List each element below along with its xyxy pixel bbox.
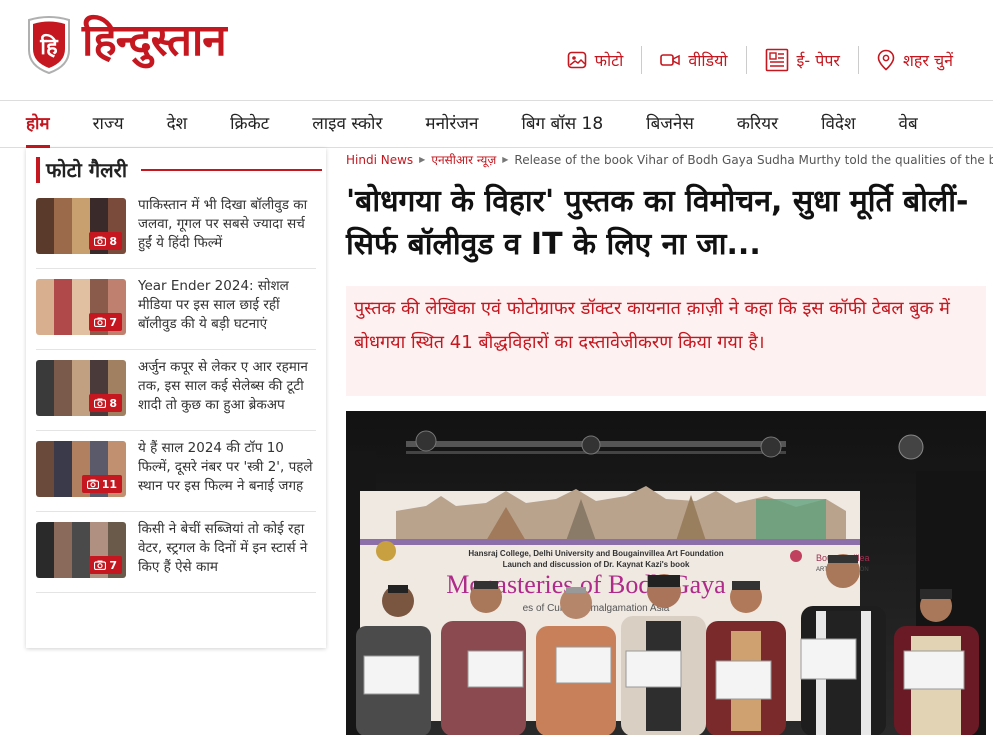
site-header: हि हिन्दुस्तान फोटो वीडियो ई- पेपर शहर च… — [0, 0, 993, 100]
breadcrumb-arrow-icon: ▶ — [419, 155, 426, 164]
nav-item[interactable]: क्रिकेट — [230, 101, 269, 147]
camera-icon — [94, 398, 107, 408]
thumbnail-segment — [54, 198, 72, 254]
location-pin-icon — [877, 49, 895, 71]
photo-link-label: फोटो — [594, 51, 624, 70]
photo-link[interactable]: फोटो — [549, 45, 642, 75]
breadcrumb: Hindi News ▶ एनसीआर न्यूज़ ▶ Release of … — [346, 151, 993, 168]
thumbnail-segment — [54, 279, 72, 335]
banner-line-1: Hansraj College, Delhi University and Bo… — [468, 549, 723, 558]
epaper-link-label: ई- पेपर — [796, 51, 840, 70]
gallery-list: 8 पाकिस्तान में भी दिखा बॉलीवुड का जलवा, … — [36, 188, 316, 593]
article-headline: 'बोधगया के विहार' पुस्तक का विमोचन, सुधा… — [346, 184, 969, 262]
thumbnail-segment — [54, 441, 72, 497]
nav-item[interactable]: मनोरंजन — [425, 101, 478, 147]
photo-count: 7 — [109, 558, 117, 572]
logo-letter: हि — [39, 33, 59, 60]
nav-item[interactable]: देश — [167, 101, 188, 147]
thumbnail-segment — [36, 522, 54, 578]
nav-item[interactable]: लाइव स्कोर — [312, 101, 382, 147]
nav-item[interactable]: होम — [26, 101, 50, 148]
camera-icon — [86, 479, 99, 489]
photo-gallery-widget: फोटो गैलरी 8 पाकिस्तान में भी दिखा बॉलीवु… — [26, 148, 326, 648]
breadcrumb-current: Release of the book Vihar of Bodh Gaya S… — [514, 152, 993, 167]
gallery-item-title[interactable]: पाकिस्तान में भी दिखा बॉलीवुड का जलवा, ग… — [138, 196, 316, 253]
city-select-link[interactable]: शहर चुनें — [859, 45, 971, 75]
camera-icon — [94, 560, 107, 570]
thumbnail-segment — [36, 198, 54, 254]
nav-item[interactable]: विदेश — [821, 101, 855, 147]
thumbnail-segment — [72, 198, 90, 254]
epaper-link[interactable]: ई- पेपर — [747, 45, 858, 75]
thumbnail-segment — [36, 279, 54, 335]
breadcrumb-home[interactable]: Hindi News — [346, 153, 413, 167]
site-logo[interactable]: हिन्दुस्तान — [82, 8, 227, 68]
gallery-title[interactable]: फोटो गैलरी — [46, 156, 127, 183]
breadcrumb-section[interactable]: एनसीआर न्यूज़ — [431, 151, 496, 168]
thumbnail-segment — [72, 522, 90, 578]
gallery-thumbnail[interactable]: 8 — [36, 360, 126, 416]
photo-count: 8 — [109, 396, 117, 410]
accent-line — [141, 168, 322, 171]
gallery-item-title[interactable]: किसी ने बेचीं सब्जियां तो कोई रहा वेटर, … — [138, 520, 316, 577]
banner-line-2: Launch and discussion of Dr. Kaynat Kazi… — [503, 560, 690, 569]
gallery-item[interactable]: 8 अर्जुन कपूर से लेकर ए आर रहमान तक, इस स… — [36, 350, 316, 431]
thumbnail-segment — [54, 522, 72, 578]
thumbnail-segment — [36, 360, 54, 416]
gallery-thumbnail[interactable]: 8 — [36, 198, 126, 254]
main-nav: होम राज्य देश क्रिकेट लाइव स्कोर मनोरंजन बिग ब… — [0, 100, 993, 148]
video-link-label: वीडियो — [688, 51, 728, 70]
gallery-header: फोटो गैलरी — [36, 156, 322, 183]
video-icon — [660, 54, 681, 66]
gallery-thumbnail[interactable]: 7 — [36, 279, 126, 335]
gallery-item[interactable]: 7 Year Ender 2024: सोशल मीडिया पर इस साल … — [36, 269, 316, 350]
gallery-thumbnail[interactable]: 11 — [36, 441, 126, 497]
photo-count: 7 — [109, 315, 117, 329]
video-link[interactable]: वीडियो — [642, 45, 745, 75]
gallery-item[interactable]: 8 पाकिस्तान में भी दिखा बॉलीवुड का जलवा, … — [36, 188, 316, 269]
breadcrumb-arrow-icon: ▶ — [502, 155, 509, 164]
nav-item[interactable]: राज्य — [93, 101, 124, 147]
thumbnail-segment — [72, 279, 90, 335]
photo-icon — [567, 51, 586, 69]
gallery-item[interactable]: 11 ये हैं साल 2024 की टॉप 10 फिल्में, दूस… — [36, 431, 316, 512]
gallery-item-title[interactable]: Year Ender 2024: सोशल मीडिया पर इस साल छ… — [138, 277, 316, 334]
thumbnail-segment — [72, 360, 90, 416]
city-select-label: शहर चुनें — [902, 51, 953, 70]
camera-icon — [94, 317, 107, 327]
photo-count-badge: 8 — [89, 394, 122, 412]
banner-sub: es of Cultural Amalgamation Asia — [523, 603, 670, 614]
photo-count: 11 — [101, 477, 117, 491]
thumbnail-segment — [54, 360, 72, 416]
nav-item[interactable]: बिग बॉस 18 — [521, 101, 603, 147]
gallery-thumbnail[interactable]: 7 — [36, 522, 126, 578]
nav-item[interactable]: वेब — [899, 101, 918, 147]
gallery-item-title[interactable]: अर्जुन कपूर से लेकर ए आर रहमान तक, इस सा… — [138, 358, 316, 415]
camera-icon — [94, 236, 107, 246]
gallery-item-title[interactable]: ये हैं साल 2024 की टॉप 10 फिल्में, दूसरे… — [138, 439, 316, 496]
header-links: फोटो वीडियो ई- पेपर शहर चुनें — [549, 44, 971, 76]
photo-count-badge: 7 — [89, 556, 122, 574]
logo-shield-icon[interactable]: हि — [27, 16, 71, 74]
photo-count-badge: 8 — [89, 232, 122, 250]
epaper-icon — [765, 48, 788, 72]
event-photo: Hansraj College, Delhi University and Bo… — [346, 411, 986, 735]
accent-bar — [36, 156, 40, 183]
gallery-item[interactable]: 7 किसी ने बेचीं सब्जियां तो कोई रहा वेटर,… — [36, 512, 316, 593]
nav-item[interactable]: करियर — [737, 101, 778, 147]
photo-count: 8 — [109, 234, 117, 248]
article-summary: पुस्तक की लेखिका एवं फोटोग्राफर डॉक्टर क… — [346, 286, 986, 396]
summary-text: पुस्तक की लेखिका एवं फोटोग्राफर डॉक्टर क… — [354, 298, 950, 353]
article-main-image[interactable]: Hansraj College, Delhi University and Bo… — [346, 411, 986, 735]
nav-item[interactable]: बिजनेस — [646, 101, 694, 147]
photo-count-badge: 11 — [81, 475, 122, 493]
photo-count-badge: 7 — [89, 313, 122, 331]
thumbnail-segment — [36, 441, 54, 497]
